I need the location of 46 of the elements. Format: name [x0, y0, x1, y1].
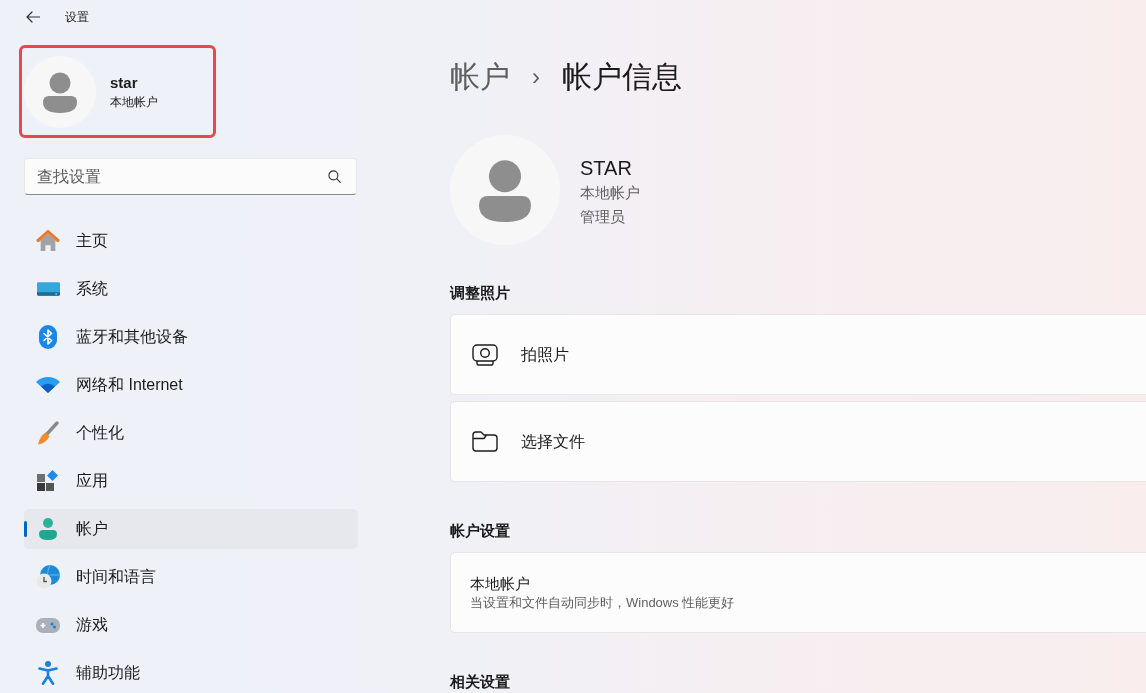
nav-item[interactable]: 时间和语言 — [24, 557, 358, 597]
globe-clock-icon — [36, 565, 60, 589]
brush-icon — [37, 421, 59, 445]
person-icon — [38, 518, 58, 540]
avatar-icon — [450, 135, 560, 245]
gamepad-icon — [36, 617, 60, 633]
card-description: 当设置和文件自动同步时，Windows 性能更好 — [470, 593, 735, 612]
camera-icon — [472, 343, 498, 366]
folder-icon — [472, 431, 498, 452]
nav-item[interactable]: 网络和 Internet — [24, 365, 358, 405]
nav-item[interactable]: 个性化 — [24, 413, 358, 453]
card-title: 本地帐户 — [470, 573, 530, 594]
account-role: 管理员 — [580, 207, 626, 227]
search-field[interactable]: 查找设置 — [24, 158, 357, 195]
monitor-icon — [36, 282, 60, 296]
section-heading: 帐户设置 — [450, 523, 510, 539]
back-arrow-icon — [26, 11, 40, 23]
profile-card[interactable]: star 本地帐户 — [19, 45, 216, 138]
avatar-icon — [24, 55, 96, 128]
profile-name: star — [110, 72, 139, 93]
accessibility-icon — [38, 661, 58, 685]
window-title: 设置 — [65, 9, 89, 26]
breadcrumb-parent[interactable]: 帐户 — [450, 56, 510, 98]
setting-card[interactable]: 拍照片 — [450, 314, 1146, 395]
section-heading: 相关设置 — [450, 674, 510, 690]
search-icon — [328, 170, 341, 183]
profile-account-type: 本地帐户 — [110, 93, 158, 111]
page-title: 帐户信息 — [562, 59, 682, 95]
apps-icon — [37, 470, 59, 492]
nav-item[interactable]: 帐户 — [24, 509, 358, 549]
house-icon — [36, 230, 60, 252]
setting-card[interactable]: 选择文件 — [450, 401, 1146, 482]
nav-item[interactable]: 辅助功能 — [24, 653, 358, 693]
account-type: 本地帐户 — [580, 183, 640, 203]
wifi-icon — [36, 377, 60, 393]
nav-item[interactable]: 主页 — [24, 221, 358, 261]
selection-indicator — [24, 521, 27, 537]
nav-item[interactable]: 蓝牙和其他设备 — [24, 317, 358, 357]
nav-item[interactable]: 游戏 — [24, 605, 358, 645]
bluetooth-icon — [39, 325, 57, 349]
nav-item[interactable]: 系统 — [24, 269, 358, 309]
nav-item[interactable]: 应用 — [24, 461, 358, 501]
section-heading: 调整照片 — [450, 285, 510, 301]
account-name: STAR — [580, 156, 633, 181]
back-button[interactable] — [25, 9, 41, 25]
breadcrumb-separator: › — [532, 62, 540, 92]
